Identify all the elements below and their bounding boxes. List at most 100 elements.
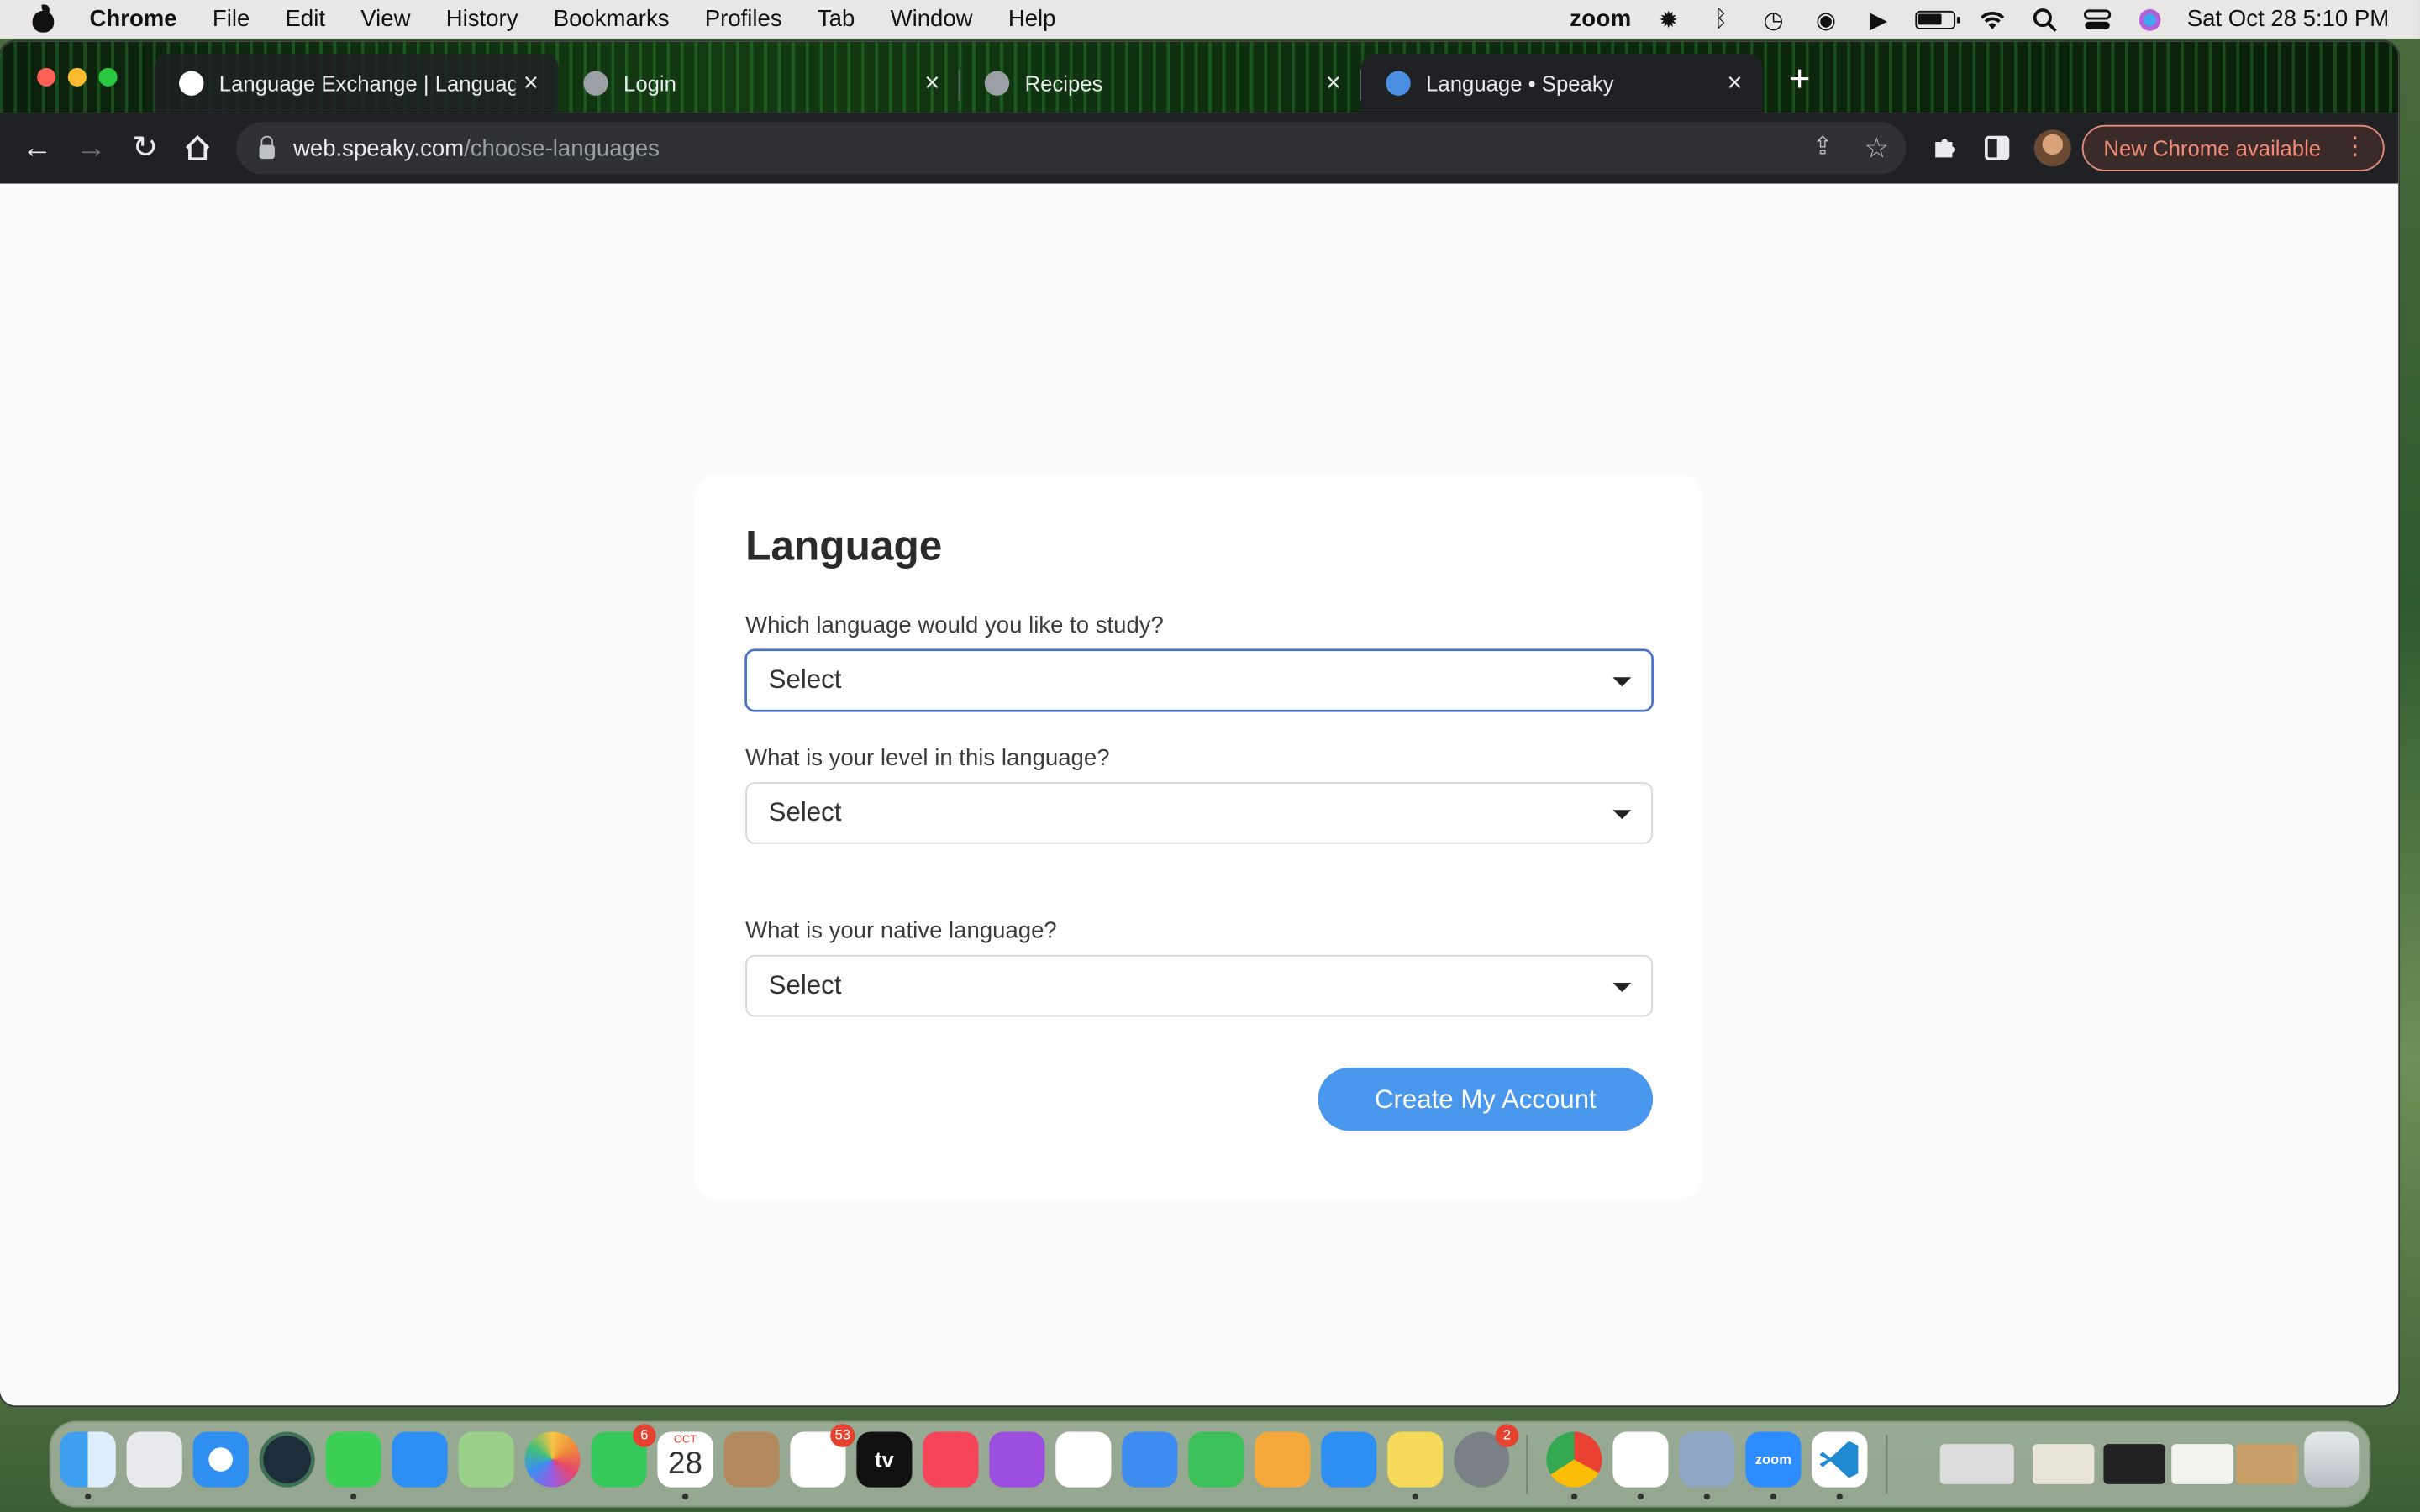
user-icon[interactable]: ◉ (1811, 5, 1842, 33)
contacts-icon[interactable] (723, 1431, 780, 1488)
calendar-icon[interactable]: OCT 28 (657, 1431, 713, 1488)
spotlight-icon[interactable] (2029, 5, 2060, 33)
address-bar[interactable]: web.speaky.com/choose-languages ⇪ ☆ (236, 122, 1907, 175)
native-language-select[interactable]: Select (745, 954, 1654, 1017)
tab-title: Login (623, 71, 676, 96)
back-arrow-icon[interactable]: ← (18, 129, 55, 166)
minimize-window-button[interactable] (67, 67, 87, 87)
reminders-icon[interactable]: 53 (790, 1424, 855, 1488)
share-icon[interactable]: ⇪ (1804, 129, 1841, 166)
url-host: web.speaky.com (292, 134, 465, 161)
trash-icon[interactable] (2304, 1431, 2360, 1488)
globe-favicon-icon (984, 71, 1010, 96)
reload-icon[interactable]: ↻ (127, 129, 164, 166)
select-value: Select (768, 797, 842, 827)
podcasts-icon[interactable] (989, 1431, 1045, 1488)
menu-profiles[interactable]: Profiles (705, 6, 782, 32)
menu-bookmarks[interactable]: Bookmarks (554, 6, 670, 32)
profile-avatar[interactable] (2033, 129, 2071, 167)
url-text[interactable]: web.speaky.com/choose-languages (293, 135, 660, 161)
language-form-card: Language Which language would you like t… (694, 473, 1702, 1200)
wifi-icon[interactable] (1977, 5, 2008, 33)
mail-icon[interactable] (392, 1431, 448, 1488)
close-window-button[interactable] (37, 67, 56, 87)
menu-edit[interactable]: Edit (286, 6, 325, 32)
battery-icon[interactable] (1915, 9, 1960, 29)
study-language-label: Which language would you like to study? (745, 612, 1164, 639)
system-settings-icon[interactable]: 2 (1454, 1424, 1519, 1488)
menu-file[interactable]: File (213, 6, 250, 32)
pages-icon[interactable] (1255, 1431, 1311, 1488)
control-center-icon[interactable] (2082, 5, 2113, 33)
minimized-window-thumbnail[interactable] (2171, 1444, 2233, 1484)
maps-icon[interactable] (458, 1431, 514, 1488)
tab-close-icon[interactable]: × (917, 68, 948, 99)
create-account-button[interactable]: Create My Account (1318, 1067, 1654, 1131)
tab-close-icon[interactable]: × (1318, 68, 1349, 99)
zoom-window-button[interactable] (98, 67, 118, 87)
photos-icon[interactable] (524, 1431, 581, 1488)
minimized-window-thumbnail[interactable] (2103, 1444, 2165, 1484)
kebab-menu-icon[interactable]: ⋮ (2343, 134, 2367, 162)
new-chrome-available-button[interactable]: New Chrome available ⋮ (2081, 124, 2385, 171)
time-machine-app-icon[interactable] (259, 1431, 315, 1488)
menu-tab[interactable]: Tab (818, 6, 855, 32)
minimized-window-thumbnail[interactable] (1939, 1444, 2014, 1484)
news-icon[interactable] (1055, 1431, 1112, 1488)
minimized-window-thumbnail[interactable] (2236, 1444, 2298, 1484)
tab-title: Recipes (1024, 71, 1103, 96)
zoom-glyph: zoom (1754, 1452, 1791, 1467)
select-value: Select (768, 664, 842, 695)
apple-menu-icon[interactable] (31, 3, 55, 33)
menu-help[interactable]: Help (1008, 6, 1056, 32)
keynote-icon[interactable] (1122, 1431, 1178, 1488)
vscode-icon[interactable] (1812, 1431, 1868, 1488)
dock-separator (1886, 1435, 1888, 1494)
menu-window[interactable]: Window (891, 6, 973, 32)
safari-icon[interactable] (192, 1431, 249, 1488)
running-indicator (1412, 1493, 1418, 1500)
minimized-window-thumbnail[interactable] (2032, 1444, 2095, 1484)
extensions-puzzle-icon[interactable] (1926, 129, 1963, 166)
zoom-app-icon[interactable]: zoom (1745, 1431, 1802, 1488)
slack-icon[interactable] (1612, 1431, 1669, 1488)
home-icon[interactable] (179, 129, 216, 166)
time-machine-icon[interactable]: ◷ (1758, 5, 1789, 33)
tab-close-icon[interactable]: × (1719, 68, 1750, 99)
messages-icon[interactable] (325, 1431, 381, 1488)
launchpad-icon[interactable] (126, 1431, 182, 1488)
siri-icon[interactable] (2134, 5, 2165, 33)
bluetooth-icon[interactable]: ᛒ (1706, 5, 1737, 33)
music-icon[interactable] (923, 1431, 979, 1488)
apple-tv-icon[interactable]: tv (856, 1431, 913, 1488)
tab-close-icon[interactable]: × (515, 68, 546, 99)
calendar-month: OCT (673, 1435, 697, 1446)
new-tab-icon[interactable]: + (1781, 61, 1818, 100)
zoom-status-icon[interactable]: zoom (1570, 6, 1631, 32)
notes-icon[interactable] (1387, 1431, 1444, 1488)
facetime-icon[interactable]: 6 (591, 1424, 656, 1488)
preview-icon[interactable] (1679, 1431, 1735, 1488)
finder-icon[interactable] (60, 1431, 116, 1488)
brightness-icon[interactable]: ✹ (1653, 5, 1684, 33)
forward-arrow-icon[interactable]: → (72, 129, 109, 166)
app-store-icon[interactable] (1321, 1431, 1377, 1488)
play-icon[interactable]: ▶ (1863, 5, 1894, 33)
level-select[interactable]: Select (745, 782, 1654, 844)
level-label: What is your level in this language? (745, 745, 1110, 772)
menu-history[interactable]: History (446, 6, 518, 32)
tab-language-exchange[interactable]: Language Exchange | Languag × (154, 54, 559, 113)
menu-view[interactable]: View (360, 6, 410, 32)
tab-speaky-active[interactable]: Language • Speaky × (1360, 54, 1763, 113)
side-panel-icon[interactable] (1979, 129, 2016, 166)
study-language-select[interactable]: Select (745, 649, 1654, 711)
menu-datetime[interactable]: Sat Oct 28 5:10 PM (2187, 6, 2389, 32)
numbers-icon[interactable] (1188, 1431, 1244, 1488)
tab-login[interactable]: Login × (559, 54, 960, 113)
tab-recipes[interactable]: Recipes × (960, 54, 1361, 113)
chrome-icon[interactable] (1546, 1431, 1602, 1488)
menu-app-name[interactable]: Chrome (90, 6, 177, 32)
bookmark-star-icon[interactable]: ☆ (1858, 129, 1895, 166)
running-indicator (1637, 1493, 1644, 1500)
lock-icon[interactable] (259, 134, 275, 159)
